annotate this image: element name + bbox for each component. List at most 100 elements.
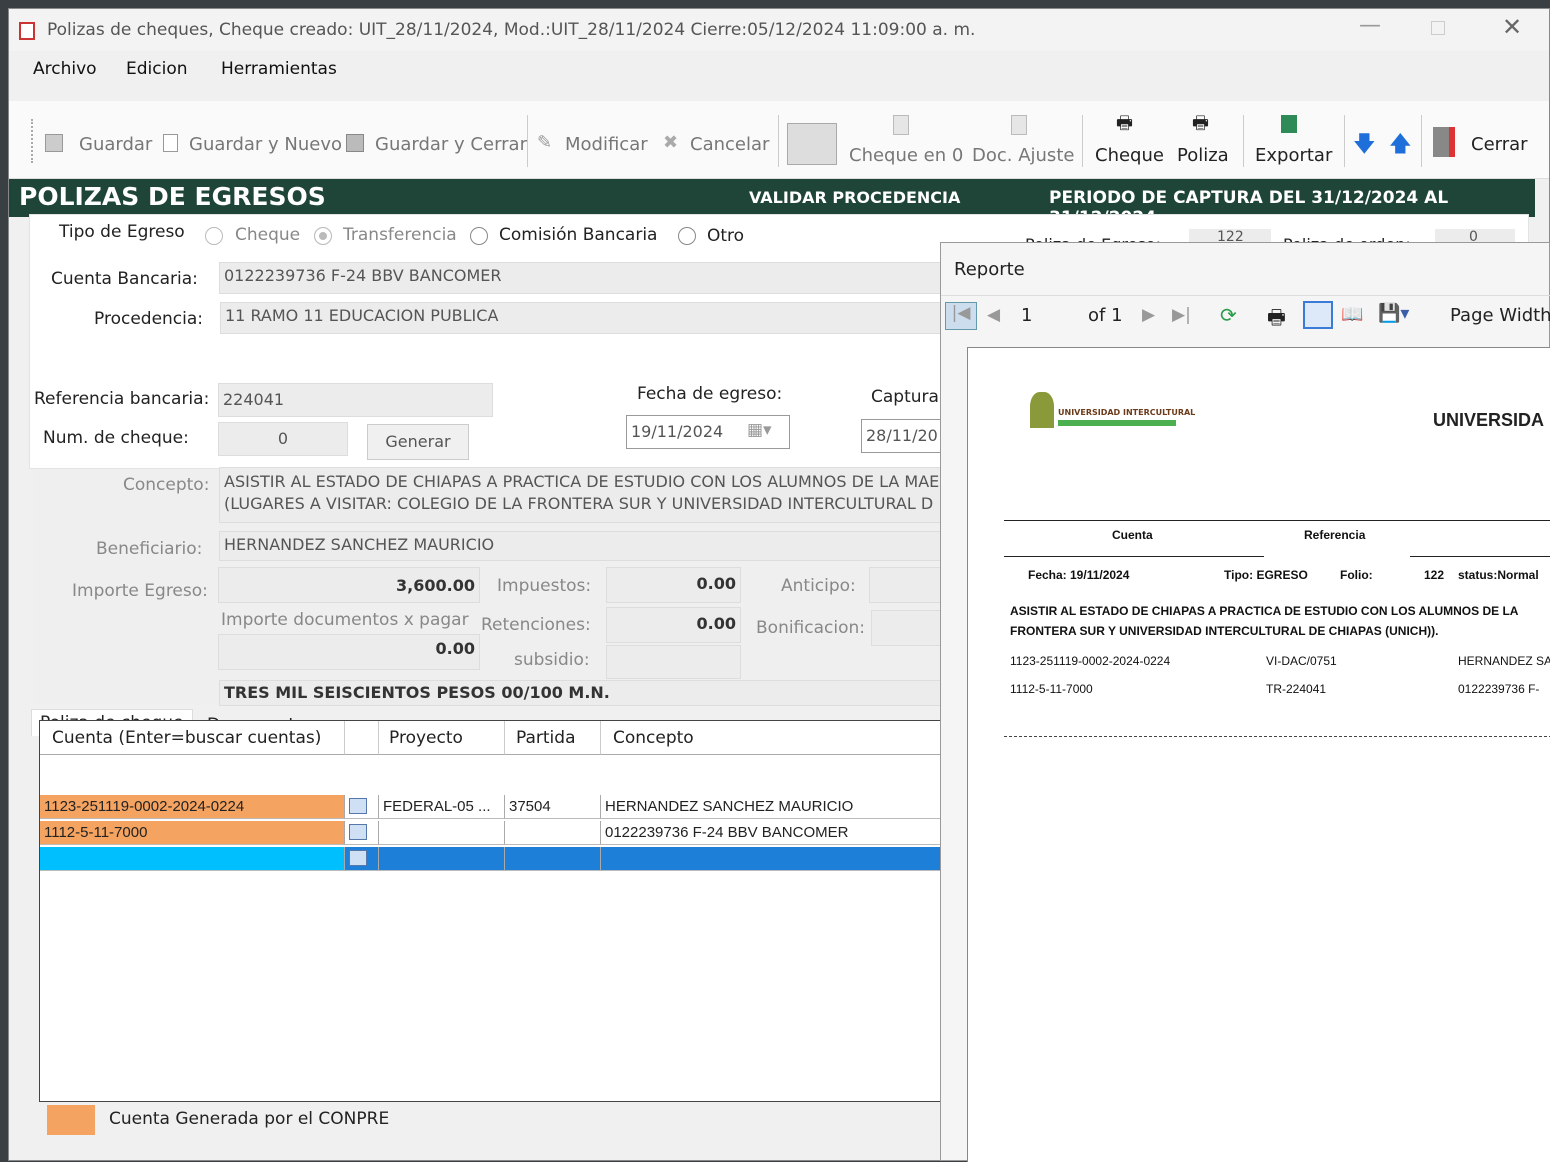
cerrar-button[interactable]: Cerrar <box>1471 134 1528 155</box>
subsidio-field <box>606 645 741 679</box>
logo-band <box>1058 420 1176 426</box>
row1-cuenta[interactable]: 1123-251119-0002-2024-0224 <box>40 795 345 819</box>
page-layout-icon[interactable] <box>1303 301 1333 329</box>
cuenta-bancaria-field[interactable]: 0122239736 F-24 BBV BANCOMER <box>219 262 944 294</box>
refresh-icon[interactable]: ⟳ <box>1220 303 1237 327</box>
excel-icon <box>1281 115 1297 133</box>
header-rule <box>1004 520 1550 521</box>
fecha-egreso-label: Fecha de egreso: <box>637 384 783 404</box>
generar-button[interactable]: Generar <box>367 424 469 460</box>
report-title: Reporte <box>954 259 1025 280</box>
report-header: UNIVERSIDA <box>1433 410 1545 430</box>
referencia-field[interactable]: 224041 <box>218 383 493 417</box>
modificar-button[interactable]: Modificar <box>565 134 648 155</box>
maximize-icon[interactable] <box>1431 21 1445 35</box>
divider <box>1243 115 1244 167</box>
procedencia-field[interactable]: 11 RAMO 11 EDUCACION PUBLICA <box>220 302 944 334</box>
print-icon[interactable]: 🖶 <box>1267 303 1286 337</box>
cancelar-button[interactable]: Cancelar <box>690 134 769 155</box>
impuestos-label: Impuestos: <box>497 576 592 596</box>
report-fecha: Fecha: 19/11/2024 <box>1028 568 1130 582</box>
first-page-icon[interactable]: |◀ <box>945 302 977 330</box>
guardar-nuevo-button[interactable]: Guardar y Nuevo <box>189 134 342 155</box>
row1-proyecto[interactable]: FEDERAL-05 ... <box>379 795 505 819</box>
importe-field[interactable]: 3,600.00 <box>218 567 480 603</box>
book-icon[interactable]: 📖 <box>1341 304 1363 325</box>
beneficiario-field[interactable]: HERNANDEZ SANCHEZ MAURICIO <box>219 531 944 561</box>
next-page-icon[interactable]: ▶ <box>1142 305 1155 325</box>
divider <box>1082 115 1083 167</box>
cancel-icon: ✖ <box>663 132 679 153</box>
row2-detail-icon[interactable] <box>345 821 379 845</box>
docs-pagar-field: 0.00 <box>218 634 480 670</box>
row3-proyecto[interactable] <box>379 847 505 871</box>
cheque0-icon <box>893 115 909 135</box>
detail-icon <box>349 798 367 814</box>
arrow-down-icon[interactable]: 🡇 <box>1353 127 1376 165</box>
beneficiario-label: Beneficiario: <box>96 539 203 559</box>
row1-partida[interactable]: 37504 <box>505 795 601 819</box>
footer-rule <box>1004 736 1550 737</box>
cuenta-bancaria-label: Cuenta Bancaria: <box>51 269 198 289</box>
radio-transferencia[interactable] <box>314 227 332 245</box>
poliza-button[interactable]: Poliza <box>1177 145 1229 166</box>
printer-icon: 🖶 <box>1192 113 1209 134</box>
radio-cheque[interactable] <box>205 227 223 245</box>
calendar-icon[interactable]: ▦▾ <box>747 420 772 440</box>
exportar-button[interactable]: Exportar <box>1255 145 1332 166</box>
minimize-icon[interactable]: — <box>1359 13 1381 38</box>
col-partida[interactable]: Partida <box>505 721 601 755</box>
menu-herramientas[interactable]: Herramientas <box>221 59 337 79</box>
row3-partida[interactable] <box>505 847 601 871</box>
row2-concepto[interactable]: 0122239736 F-24 BBV BANCOMER <box>601 821 958 845</box>
cheque-button[interactable]: Cheque <box>1095 145 1164 166</box>
page-of: of 1 <box>1088 305 1123 326</box>
col-concepto[interactable]: Concepto <box>601 721 958 755</box>
row3-detail-icon[interactable] <box>345 847 379 871</box>
doc-ajuste-button[interactable]: Doc. Ajuste <box>972 145 1074 166</box>
row2-cuenta[interactable]: 1112-5-11-7000 <box>40 821 345 845</box>
row3-cuenta[interactable] <box>40 847 345 871</box>
anticipo-label: Anticipo: <box>781 576 856 596</box>
guardar-cerrar-button[interactable]: Guardar y Cerrar <box>375 134 527 155</box>
col-cuenta[interactable]: Cuenta (Enter=buscar cuentas) <box>40 721 345 755</box>
close-icon[interactable]: ✕ <box>1502 13 1522 41</box>
logo-text: UNIVERSIDAD INTERCULTURAL <box>1058 408 1196 417</box>
captura-label: Captura <box>871 387 939 407</box>
detail-icon <box>349 824 367 840</box>
validar-procedencia-link[interactable]: VALIDAR PROCEDENCIA <box>749 188 960 207</box>
last-page-icon[interactable]: ▶| <box>1172 305 1191 325</box>
exit-icon <box>1433 127 1455 157</box>
concepto-field[interactable]: ASISTIR AL ESTADO DE CHIAPAS A PRACTICA … <box>219 467 944 523</box>
cheque-cero-button[interactable]: Cheque en 0 <box>849 145 963 166</box>
report-col-referencia: Referencia <box>1304 528 1366 542</box>
row1-detail-icon[interactable] <box>345 795 379 819</box>
bonificacion-label: Bonificacion: <box>756 618 866 638</box>
guardar-button[interactable]: Guardar <box>79 134 152 155</box>
row2-partida[interactable] <box>505 821 601 845</box>
divider <box>527 115 528 167</box>
col-proyecto[interactable]: Proyecto <box>379 721 505 755</box>
prev-page-icon[interactable]: ◀ <box>987 305 1000 325</box>
save-close-icon <box>346 134 364 152</box>
radio-comision[interactable] <box>470 227 488 245</box>
menu-archivo[interactable]: Archivo <box>33 59 97 79</box>
row1-concepto[interactable]: HERNANDEZ SANCHEZ MAURICIO <box>601 795 958 819</box>
users-icon[interactable] <box>787 123 837 165</box>
menu-edicion[interactable]: Edicion <box>126 59 188 79</box>
report-col-cuenta: Cuenta <box>1112 528 1153 542</box>
importe-letra: TRES MIL SEISCIENTOS PESOS 00/100 M.N. <box>219 680 944 706</box>
section-banner: POLIZAS DE EGRESOS VALIDAR PROCEDENCIA P… <box>9 179 1535 228</box>
zoom-select[interactable]: Page Width <box>1450 305 1550 326</box>
save-export-icon[interactable]: 💾▾ <box>1378 303 1409 324</box>
university-logo: UNIVERSIDAD INTERCULTURAL <box>1030 388 1195 438</box>
num-cheque-field[interactable]: 0 <box>218 422 348 456</box>
row2-proyecto[interactable] <box>379 821 505 845</box>
radio-otro[interactable] <box>678 227 696 245</box>
anticipo-field <box>869 567 945 603</box>
page-number[interactable]: 1 <box>1021 305 1032 326</box>
arrow-up-icon[interactable]: 🡅 <box>1389 127 1412 165</box>
row3-concepto[interactable] <box>601 847 958 871</box>
radio-cheque-label: Cheque <box>235 225 301 245</box>
report-window: Reporte |◀ ◀ 1 of 1 ▶ ▶| ⟳ 🖶 📖 💾▾ Page W… <box>940 242 1550 1162</box>
